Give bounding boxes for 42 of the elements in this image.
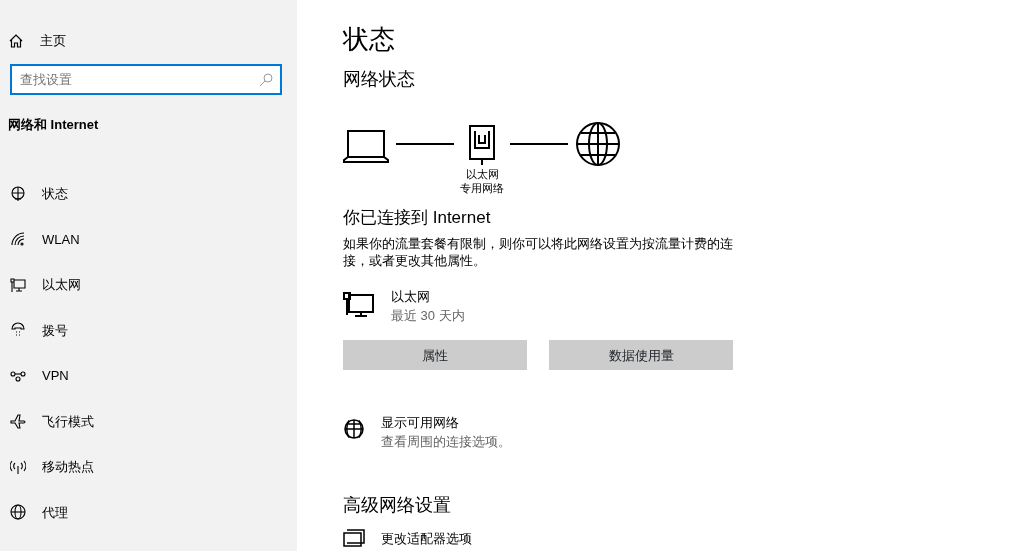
- show-networks-description: 查看周围的连接选项。: [381, 433, 511, 451]
- wifi-icon[interactable]: [10, 231, 26, 248]
- nav-item[interactable]: 以太网: [42, 275, 81, 295]
- ethernet-icon: [343, 291, 375, 318]
- connector-line: [510, 143, 568, 145]
- nav-item[interactable]: 移动热点: [42, 457, 94, 477]
- monitor-icon[interactable]: [10, 276, 26, 293]
- usage-text: 最近 30 天内: [391, 307, 465, 325]
- settings-link[interactable]: 更改适配器选项: [381, 528, 472, 548]
- hotspot-icon[interactable]: [10, 458, 26, 475]
- nav-item[interactable]: 状态: [42, 184, 68, 204]
- action-button[interactable]: 属性: [343, 339, 527, 370]
- home-link[interactable]: 主页: [40, 31, 66, 51]
- page-title: 状态: [343, 26, 396, 52]
- section-heading: 高级网络设置: [343, 493, 452, 517]
- laptop-icon: [343, 129, 389, 163]
- ethernet-port-icon: [469, 125, 495, 167]
- diagram-label: 专用网络: [460, 181, 504, 195]
- connection-status: 你已连接到 Internet: [343, 207, 492, 229]
- show-networks-link[interactable]: 显示可用网络: [381, 412, 511, 432]
- action-button[interactable]: 数据使用量: [549, 339, 733, 370]
- phone-icon[interactable]: [10, 322, 26, 339]
- globe-icon[interactable]: [10, 504, 26, 521]
- nav-item[interactable]: 代理: [42, 502, 68, 522]
- adapter-icon[interactable]: [343, 529, 365, 548]
- network-status-icon[interactable]: [10, 185, 26, 202]
- connector-line: [396, 143, 454, 145]
- section-heading: 网络状态: [343, 68, 416, 91]
- search-icon[interactable]: [258, 72, 274, 88]
- nav-item[interactable]: 飞行模式: [42, 411, 94, 431]
- diagram-label: 以太网: [465, 167, 499, 181]
- connection-name: 以太网: [391, 287, 431, 306]
- nav-item[interactable]: WLAN: [42, 229, 80, 249]
- description-text: 如果你的流量套餐有限制，则你可以将此网络设置为按流量计费的连接，或者更改其他属性。: [343, 234, 734, 269]
- airplane-icon[interactable]: [10, 413, 26, 430]
- section-heading: 网络和 Internet: [8, 117, 99, 132]
- nav-item[interactable]: VPN: [42, 366, 69, 386]
- home-icon[interactable]: [8, 33, 24, 49]
- search-field[interactable]: 查找设置: [10, 64, 282, 95]
- network-globe-icon[interactable]: [343, 418, 365, 441]
- nav-item[interactable]: 拨号: [42, 320, 68, 340]
- globe-icon: [575, 121, 621, 167]
